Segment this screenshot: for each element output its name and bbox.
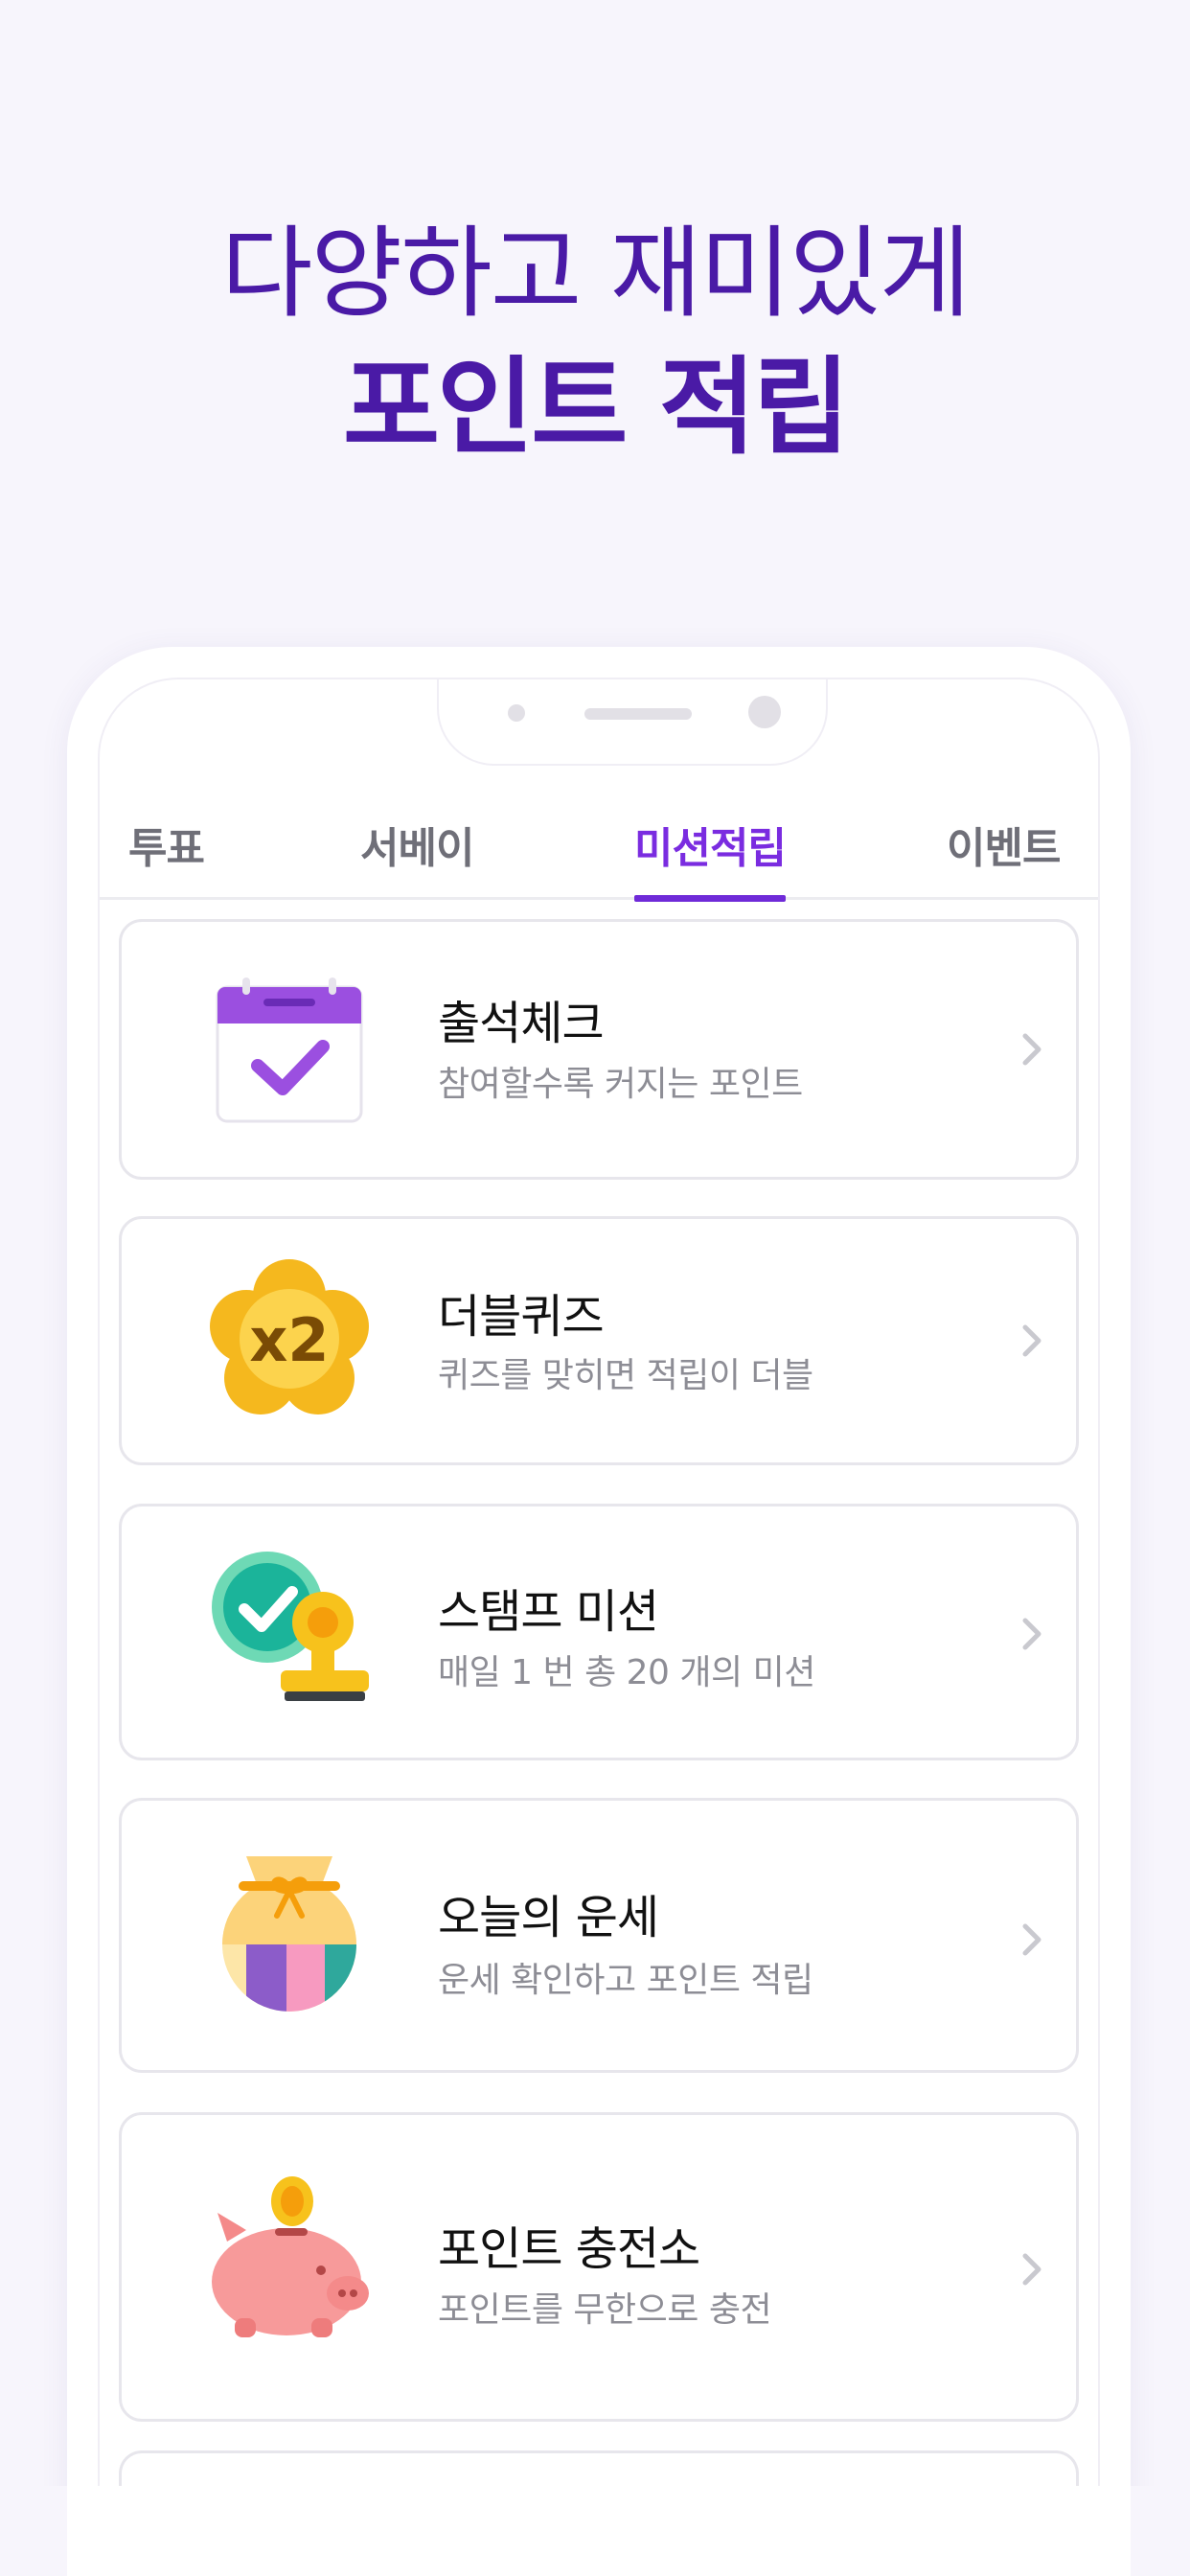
- mission-subtitle: 매일 1 번 총 20 개의 미션: [438, 1653, 815, 1692]
- mission-card-fortune[interactable]: 오늘의 운세 운세 확인하고 포인트 적립: [119, 1798, 1079, 2073]
- mission-card-double-quiz[interactable]: x2 더블퀴즈 퀴즈를 맞히면 적립이 더블: [119, 1216, 1079, 1465]
- chevron-right-icon: [1022, 1033, 1041, 1066]
- fortune-pouch-icon: [222, 1856, 356, 2012]
- mission-subtitle: 참여할수록 커지는 포인트: [438, 1065, 803, 1104]
- x2-badge-icon: x2: [210, 1259, 369, 1414]
- tab-bar: 투표 서베이 미션적립 이벤트: [100, 785, 1098, 902]
- headline-line-2: 포인트 적립: [342, 346, 850, 469]
- x2-text: x2: [249, 1305, 329, 1375]
- mission-subtitle: 운세 확인하고 포인트 적립: [438, 1961, 813, 2000]
- phone-notch: [437, 679, 828, 766]
- stamp-icon: [212, 1552, 369, 1701]
- mission-subtitle: 포인트를 무한으로 충전: [438, 2290, 772, 2330]
- mission-subtitle: 퀴즈를 맞히면 적립이 더블: [438, 1356, 813, 1395]
- tab-vote[interactable]: 투표: [128, 814, 205, 900]
- mission-title: 스탬프 미션: [438, 1585, 659, 1639]
- chevron-right-icon: [1022, 2253, 1041, 2286]
- tab-event[interactable]: 이벤트: [947, 814, 1061, 900]
- phone-bottom-edge: [67, 2486, 1131, 2576]
- chevron-right-icon: [1022, 1923, 1041, 1956]
- tab-survey[interactable]: 서베이: [360, 814, 474, 900]
- phone-screen: 투표 서베이 미션적립 이벤트 출석체크 참여할수록 커지는 포인트 x2 더블…: [98, 678, 1100, 2576]
- mission-title: 더블퀴즈: [438, 1290, 605, 1344]
- sensor-dot: [508, 704, 525, 722]
- piggy-bank-icon: [212, 2176, 369, 2337]
- mission-card-point-station[interactable]: 포인트 충전소 포인트를 무한으로 충전: [119, 2112, 1079, 2422]
- mission-title: 출석체크: [438, 997, 605, 1050]
- promo-headline: 다양하고 재미있게 포인트 적립: [0, 206, 1190, 474]
- speaker-grille: [584, 708, 692, 720]
- calendar-check-icon: [216, 978, 363, 1123]
- mission-card-stamp[interactable]: 스탬프 미션 매일 1 번 총 20 개의 미션: [119, 1504, 1079, 1760]
- chevron-right-icon: [1022, 1618, 1041, 1650]
- mission-title: 오늘의 운세: [438, 1891, 659, 1944]
- camera-icon: [748, 696, 781, 728]
- mission-title: 포인트 충전소: [438, 2222, 700, 2276]
- chevron-right-icon: [1022, 1324, 1041, 1357]
- phone-frame: 투표 서베이 미션적립 이벤트 출석체크 참여할수록 커지는 포인트 x2 더블…: [67, 647, 1131, 2576]
- mission-card-attendance[interactable]: 출석체크 참여할수록 커지는 포인트: [119, 919, 1079, 1180]
- headline-line-1: 다양하고 재미있게: [220, 215, 972, 332]
- tab-mission[interactable]: 미션적립: [634, 814, 787, 902]
